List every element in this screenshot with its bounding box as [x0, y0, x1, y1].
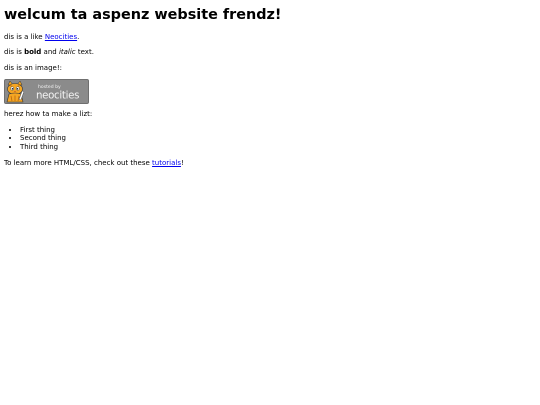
list-item: Third thing [20, 143, 536, 152]
banner-line2: neocities [36, 90, 79, 101]
formatting-paragraph: dis is bold and italic text. [4, 48, 536, 57]
list-item: Second thing [20, 134, 536, 143]
intro-text: dis is a like [4, 32, 45, 41]
outro-suffix: ! [180, 158, 184, 167]
page-content: welcum ta aspenz website frendz! dis is … [0, 0, 540, 168]
tutorials-link[interactable]: tutorials [152, 159, 181, 167]
formatting-prefix: dis is [4, 48, 25, 57]
formatting-suffix: text. [75, 48, 94, 57]
outro-text: To learn more HTML/CSS, check out these [4, 158, 153, 167]
neocities-cat-icon [6, 80, 25, 103]
italic-text: italic [58, 48, 76, 57]
hosted-by-neocities-banner: hosted by neocities [4, 78, 89, 104]
intro-paragraph: dis is a like Neocities. [4, 33, 536, 42]
list-intro: herez how ta make a lizt: [4, 109, 93, 118]
list-item: First thing [20, 126, 536, 135]
bold-text: bold [24, 48, 42, 57]
example-list: First thing Second thing Third thing [4, 126, 536, 152]
outro-paragraph: To learn more HTML/CSS, check out these … [4, 159, 536, 168]
banner-line1: hosted by [38, 84, 61, 90]
intro-suffix: . [77, 32, 80, 41]
page-title: welcum ta aspenz website frendz! [4, 7, 282, 23]
formatting-middle: and [41, 48, 59, 57]
neocities-link[interactable]: Neocities [45, 33, 77, 41]
image-caption: dis is an image!: [4, 64, 62, 73]
